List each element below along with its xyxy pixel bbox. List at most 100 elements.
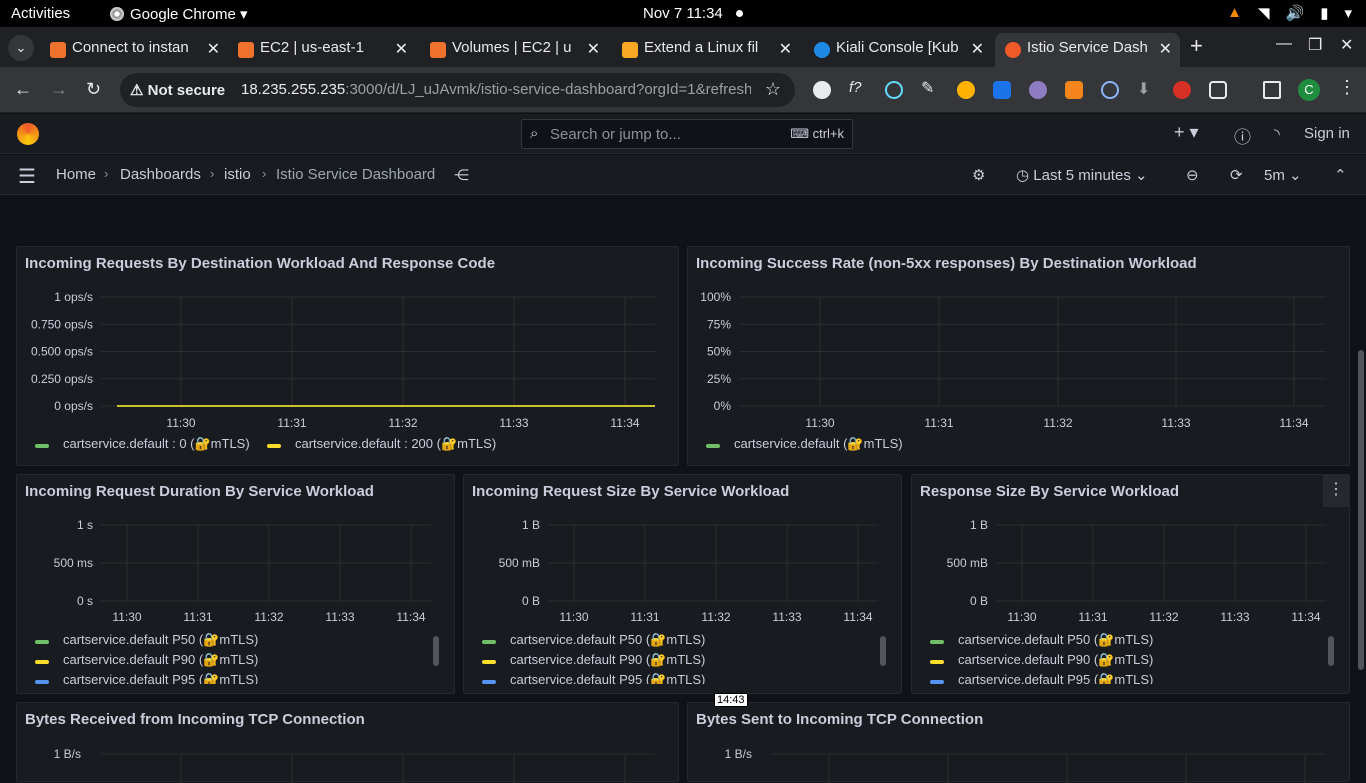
- search-input[interactable]: ⌕ Search or jump to... ⌨ ctrl+k: [521, 119, 853, 149]
- legend-item[interactable]: cartservice.default P50 (🔐mTLS): [464, 632, 894, 652]
- minimize-icon[interactable]: —: [1276, 35, 1292, 53]
- y-tick-label: 500 ms: [54, 556, 93, 570]
- help-icon[interactable]: ⓘ: [1234, 123, 1251, 148]
- reload-icon[interactable]: ↻: [86, 79, 101, 100]
- extension-5-icon[interactable]: [957, 81, 975, 99]
- settings-gear-icon[interactable]: ⚙: [972, 166, 985, 184]
- panel-request-duration[interactable]: Incoming Request Duration By Service Wor…: [16, 474, 455, 694]
- y-tick-label: 0 B: [970, 594, 988, 608]
- legend-item[interactable]: cartservice.default P90 (🔐mTLS): [912, 652, 1342, 672]
- activities-button[interactable]: Activities: [11, 5, 70, 22]
- legend-item[interactable]: cartservice.default P90 (🔐mTLS): [464, 652, 894, 672]
- breadcrumb-dashboards[interactable]: Dashboards: [120, 166, 201, 183]
- system-tray[interactable]: ▲ ◥ 🔊 ▮ ▾: [1227, 4, 1352, 22]
- tab-istio-dashboard[interactable]: Istio Service Dash ✕: [995, 33, 1180, 67]
- metamask-icon[interactable]: [1065, 81, 1083, 99]
- panel-title[interactable]: Bytes Sent to Incoming TCP Connection: [696, 711, 983, 728]
- vlc-icon[interactable]: ▲: [1227, 4, 1242, 22]
- x-tick-label: 11:33: [772, 610, 801, 624]
- legend-item[interactable]: cartservice.default P90 (🔐mTLS): [17, 652, 447, 672]
- chevron-right-icon: ›: [104, 166, 109, 181]
- eyedropper-icon[interactable]: ✎: [921, 78, 939, 97]
- extension-6-icon[interactable]: [993, 81, 1011, 99]
- formula-extension-icon[interactable]: f?: [849, 79, 867, 97]
- panel-bytes-received[interactable]: Bytes Received from Incoming TCP Connect…: [16, 702, 679, 783]
- close-tab-icon[interactable]: ✕: [1159, 39, 1172, 59]
- legend-item[interactable]: cartservice.default (🔐mTLS): [688, 436, 1328, 456]
- forward-icon[interactable]: →: [50, 79, 68, 100]
- legend-item[interactable]: cartservice.default P50 (🔐mTLS): [17, 632, 447, 652]
- share-icon[interactable]: ⋲: [454, 166, 469, 184]
- collapse-chevron-up-icon[interactable]: ⌃: [1334, 166, 1347, 184]
- breadcrumb-home[interactable]: Home: [56, 166, 96, 183]
- close-tab-icon[interactable]: ✕: [587, 39, 600, 59]
- x-tick-label: 11:33: [1161, 416, 1190, 430]
- tab-ec2[interactable]: EC2 | us-east-1 ✕: [228, 33, 416, 67]
- address-bar[interactable]: ⚠ Not secure 18.235.255.235:3000/d/LJ_uJ…: [120, 73, 795, 107]
- hamburger-menu-icon[interactable]: ☰: [18, 164, 36, 189]
- breadcrumb-istio[interactable]: istio: [224, 166, 251, 183]
- legend-item[interactable]: cartservice.default P95 (🔐mTLS): [912, 672, 1342, 684]
- legend-item[interactable]: cartservice.default P95 (🔐mTLS): [464, 672, 894, 684]
- legend-item[interactable]: cartservice.default P95 (🔐mTLS): [17, 672, 447, 684]
- panel-title[interactable]: Incoming Request Size By Service Workloa…: [472, 483, 789, 500]
- extensions-puzzle-icon[interactable]: [1209, 81, 1227, 99]
- sign-in-link[interactable]: Sign in: [1304, 125, 1350, 142]
- tab-volumes[interactable]: Volumes | EC2 | u ✕: [420, 33, 608, 67]
- panel-response-size[interactable]: Response Size By Service Workload ⋮ 1 B 5…: [911, 474, 1350, 694]
- panel-title[interactable]: Bytes Received from Incoming TCP Connect…: [25, 711, 365, 728]
- legend-item[interactable]: cartservice.default : 200 (🔐mTLS): [249, 436, 496, 456]
- zoom-out-icon[interactable]: ⊖: [1186, 166, 1199, 184]
- maximize-icon[interactable]: ❐: [1308, 35, 1322, 55]
- tab-extend-linux[interactable]: Extend a Linux fil ✕: [612, 33, 800, 67]
- app-menu[interactable]: Google Chrome ▾: [110, 5, 248, 23]
- legend-label: cartservice.default P50 (🔐mTLS): [510, 632, 706, 647]
- close-tab-icon[interactable]: ✕: [779, 39, 792, 59]
- power-menu-icon[interactable]: ▾: [1344, 4, 1352, 22]
- new-tab-button[interactable]: +: [1190, 33, 1203, 59]
- panel-success-rate[interactable]: Incoming Success Rate (non-5xx responses…: [687, 246, 1350, 466]
- download-icon[interactable]: ⬇: [1137, 79, 1155, 98]
- grafana-logo-icon[interactable]: [17, 123, 39, 145]
- rss-icon[interactable]: ◝: [1274, 125, 1280, 143]
- panel-title[interactable]: Incoming Requests By Destination Workloa…: [25, 255, 495, 272]
- dashboard-scrollbar[interactable]: [1358, 350, 1364, 670]
- tab-kiali[interactable]: Kiali Console [Kub ✕: [804, 33, 992, 67]
- add-new-button[interactable]: + ▾: [1174, 122, 1199, 143]
- panel-title[interactable]: Incoming Success Rate (non-5xx responses…: [696, 255, 1197, 272]
- react-devtools-icon[interactable]: [885, 81, 903, 99]
- legend-item[interactable]: cartservice.default : 0 (🔐mTLS): [17, 436, 250, 456]
- close-tab-icon[interactable]: ✕: [971, 39, 984, 59]
- extension-7-icon[interactable]: [1029, 81, 1047, 99]
- panel-incoming-requests[interactable]: Incoming Requests By Destination Workloa…: [16, 246, 679, 466]
- panel-bytes-sent[interactable]: Bytes Sent to Incoming TCP Connection 1 …: [687, 702, 1350, 783]
- profile-avatar[interactable]: C: [1298, 79, 1320, 101]
- refresh-icon[interactable]: ⟳: [1230, 166, 1243, 184]
- legend-scrollbar[interactable]: [433, 636, 439, 666]
- refresh-interval-picker[interactable]: 5m ⌄: [1264, 166, 1302, 184]
- legend-scrollbar[interactable]: [880, 636, 886, 666]
- extension-1-icon[interactable]: [813, 81, 831, 99]
- time-range-label: Last 5 minutes: [1033, 167, 1131, 184]
- panel-title[interactable]: Incoming Request Duration By Service Wor…: [25, 483, 374, 500]
- panel-menu-icon[interactable]: ⋮: [1323, 475, 1349, 507]
- not-secure-badge[interactable]: ⚠ Not secure: [130, 81, 225, 99]
- chrome-menu-icon[interactable]: ⋮: [1338, 77, 1356, 98]
- close-tab-icon[interactable]: ✕: [207, 39, 220, 59]
- bookmark-star-icon[interactable]: ☆: [765, 79, 781, 100]
- back-icon[interactable]: ←: [14, 79, 32, 100]
- legend-item[interactable]: cartservice.default P50 (🔐mTLS): [912, 632, 1342, 652]
- clock[interactable]: Nov 7 11:34: [643, 5, 723, 22]
- time-picker[interactable]: ◷ Last 5 minutes ⌄: [1016, 166, 1148, 184]
- extension-9-icon[interactable]: [1101, 81, 1119, 99]
- close-tab-icon[interactable]: ✕: [395, 39, 408, 59]
- tab-search-button[interactable]: ⌄: [8, 35, 34, 61]
- side-panel-icon[interactable]: [1263, 81, 1281, 99]
- url-text[interactable]: 18.235.255.235:3000/d/LJ_uJAvmk/istio-se…: [241, 81, 751, 98]
- close-window-icon[interactable]: ✕: [1340, 35, 1353, 55]
- adblock-icon[interactable]: [1173, 81, 1191, 99]
- legend-scrollbar[interactable]: [1328, 636, 1334, 666]
- tab-connect-instance[interactable]: Connect to instan ✕: [40, 33, 228, 67]
- panel-title[interactable]: Response Size By Service Workload: [920, 483, 1179, 500]
- panel-request-size[interactable]: Incoming Request Size By Service Workloa…: [463, 474, 902, 694]
